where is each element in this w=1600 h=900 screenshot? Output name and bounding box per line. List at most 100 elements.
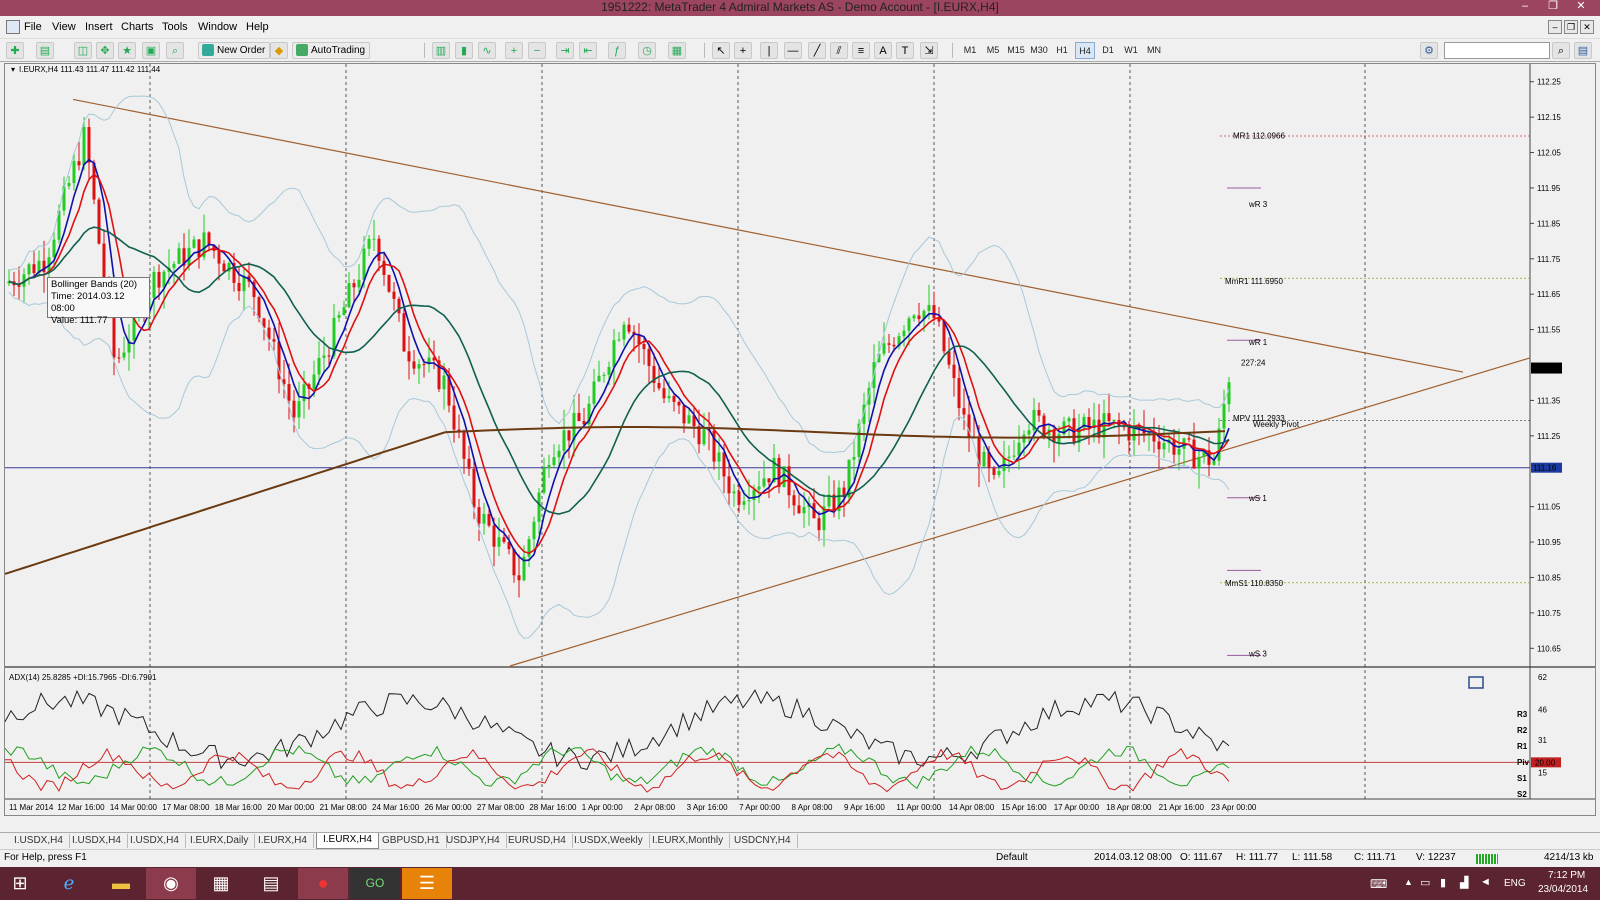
community-icon[interactable]: ▤ [1574,42,1592,59]
line-chart-icon[interactable]: ∿ [478,42,496,59]
tab-i-usdx-h4[interactable]: I.USDX,H4 [8,834,70,848]
timeframe-m5[interactable]: M5 [983,42,1003,59]
battery-icon[interactable]: ▮ [1440,876,1446,889]
profiles-icon[interactable]: ▤ [36,42,54,59]
show-hidden-icons[interactable]: ▲ [1404,877,1413,887]
tab-i-eurx-h4[interactable]: I.EURX,H4 [316,833,379,849]
menu-insert[interactable]: Insert [85,21,113,33]
menu-tools[interactable]: Tools [162,21,188,33]
timeframe-h4[interactable]: H4 [1075,42,1095,59]
tab-i-usdx-h4[interactable]: I.USDX,H4 [124,834,186,848]
arrows-icon[interactable]: ⇲ [920,42,938,59]
tab-usdjpy-h4[interactable]: USDJPY,H4 [440,834,507,848]
timeframe-mn[interactable]: MN [1144,42,1164,59]
tab-i-usdx-h4[interactable]: I.USDX,H4 [66,834,128,848]
bar-chart-icon[interactable]: ▥ [432,42,450,59]
search-input[interactable] [1444,42,1550,59]
menu-charts[interactable]: Charts [121,21,153,33]
candle-body [742,501,746,505]
minimize-button[interactable]: – [1512,0,1538,14]
auto-scroll-icon[interactable]: ⇥ [556,42,574,59]
date-tick-label: 23 Apr 00:00 [1211,803,1257,812]
trendline-icon[interactable]: ╱ [808,42,826,59]
tab-i-eurx-monthly[interactable]: I.EURX,Monthly [646,834,731,848]
language-indicator[interactable]: ENG [1504,878,1526,889]
menu-window[interactable]: Window [198,21,237,33]
connection-bars-icon [1476,854,1498,864]
candlestick-icon[interactable]: ▮ [455,42,473,59]
date-tick-label: 21 Mar 08:00 [320,803,368,812]
close-button[interactable]: ✕ [1568,0,1594,14]
navigator-icon[interactable]: ★ [118,42,136,59]
tab-gbpusd-h1[interactable]: GBPUSD,H1 [376,834,447,848]
mdi-minimize-button[interactable]: – [1548,20,1562,34]
windows-start-icon[interactable]: ⊞ [0,868,40,899]
periods-icon[interactable]: ◷ [638,42,656,59]
timeframe-h1[interactable]: H1 [1052,42,1072,59]
zoom-out-icon[interactable]: − [528,42,546,59]
clock-time[interactable]: 7:12 PM [1548,870,1585,881]
tab-i-eurx-daily[interactable]: I.EURX,Daily [184,834,256,848]
strategy-tester-icon[interactable]: ⌕ [166,42,184,59]
maximize-button[interactable]: ❐ [1540,0,1566,14]
data-window-icon[interactable]: ✥ [96,42,114,59]
timeframe-m30[interactable]: M30 [1029,42,1049,59]
chart-shift-icon[interactable]: ⇤ [579,42,597,59]
tab-i-usdx-weekly[interactable]: I.USDX,Weekly [568,834,650,848]
tab-eurusd-h4[interactable]: EURUSD,H4 [502,834,573,848]
price-chart[interactable]: 112.25 112.15 112.05 111.95 111.85 111.75 111.… [5,64,1595,815]
level-wr1: wR 1 [1248,338,1268,347]
keyboard-icon[interactable]: ⌨ [1370,877,1387,891]
file-explorer-icon[interactable]: ▬ [96,868,146,899]
chart-window[interactable]: 112.25 112.15 112.05 111.95 111.85 111.75 111.… [4,63,1596,816]
metaeditor-icon[interactable]: ◆ [270,42,288,59]
channel-icon[interactable]: ⫽ [830,42,848,59]
volume-icon[interactable]: ◄ [1480,876,1491,888]
chrome-icon[interactable]: ◉ [146,868,196,899]
go-app-icon[interactable]: GO [350,868,400,899]
mdi-close-button[interactable]: ✕ [1580,20,1594,34]
horizontal-line-icon[interactable]: — [784,42,802,59]
candle-body [1162,443,1166,450]
cursor-icon[interactable]: ↖ [712,42,730,59]
menu-help[interactable]: Help [246,21,269,33]
crosshair-icon[interactable]: + [734,42,752,59]
autotrading-button[interactable]: AutoTrading [292,42,371,59]
new-order-button[interactable]: New Order [198,42,271,59]
market-watch-icon[interactable]: ◫ [74,42,92,59]
settings-gear-icon[interactable]: ⚙ [1420,42,1438,59]
mdi-restore-button[interactable]: ❐ [1564,20,1578,34]
candle-body [732,491,736,494]
red-app-icon[interactable]: ● [298,868,348,899]
menu-view[interactable]: View [52,21,76,33]
new-chart-icon[interactable]: ✚ [6,42,24,59]
timeframe-w1[interactable]: W1 [1121,42,1141,59]
app-menu-icon[interactable] [6,20,20,34]
clock-date[interactable]: 23/04/2014 [1538,884,1588,895]
fibonacci-icon[interactable]: ≡ [852,42,870,59]
timeframe-m15[interactable]: M15 [1006,42,1026,59]
text-tool-icon[interactable]: A [874,42,892,59]
internet-explorer-icon[interactable]: ℯ [44,868,94,899]
tab-usdcny-h4[interactable]: USDCNY,H4 [728,834,798,848]
text-label-icon[interactable]: T [896,42,914,59]
network-icon[interactable]: ▭ [1420,876,1430,889]
signal-icon[interactable]: ▟ [1460,876,1468,889]
calculator-icon[interactable]: ▦ [196,868,246,899]
zoom-in-icon[interactable]: + [505,42,523,59]
timeframe-d1[interactable]: D1 [1098,42,1118,59]
candle-body [482,513,486,524]
candle-body [687,415,691,424]
templates-icon[interactable]: ▦ [668,42,686,59]
timeframe-m1[interactable]: M1 [960,42,980,59]
menu-file[interactable]: File [24,21,42,33]
status-close: C: 111.71 [1354,852,1396,863]
metatrader-app-icon[interactable]: ▤ [246,868,296,899]
orange-app-icon[interactable]: ☰ [402,868,452,899]
vertical-line-icon[interactable]: | [760,42,778,59]
terminal-icon[interactable]: ▣ [142,42,160,59]
search-icon[interactable]: ⌕ [1552,42,1570,59]
title-bar: 1951222: MetaTrader 4 Admiral Markets AS… [0,0,1600,16]
indicators-icon[interactable]: ƒ [608,42,626,59]
tab-i-eurx-h4[interactable]: I.EURX,H4 [252,834,314,848]
